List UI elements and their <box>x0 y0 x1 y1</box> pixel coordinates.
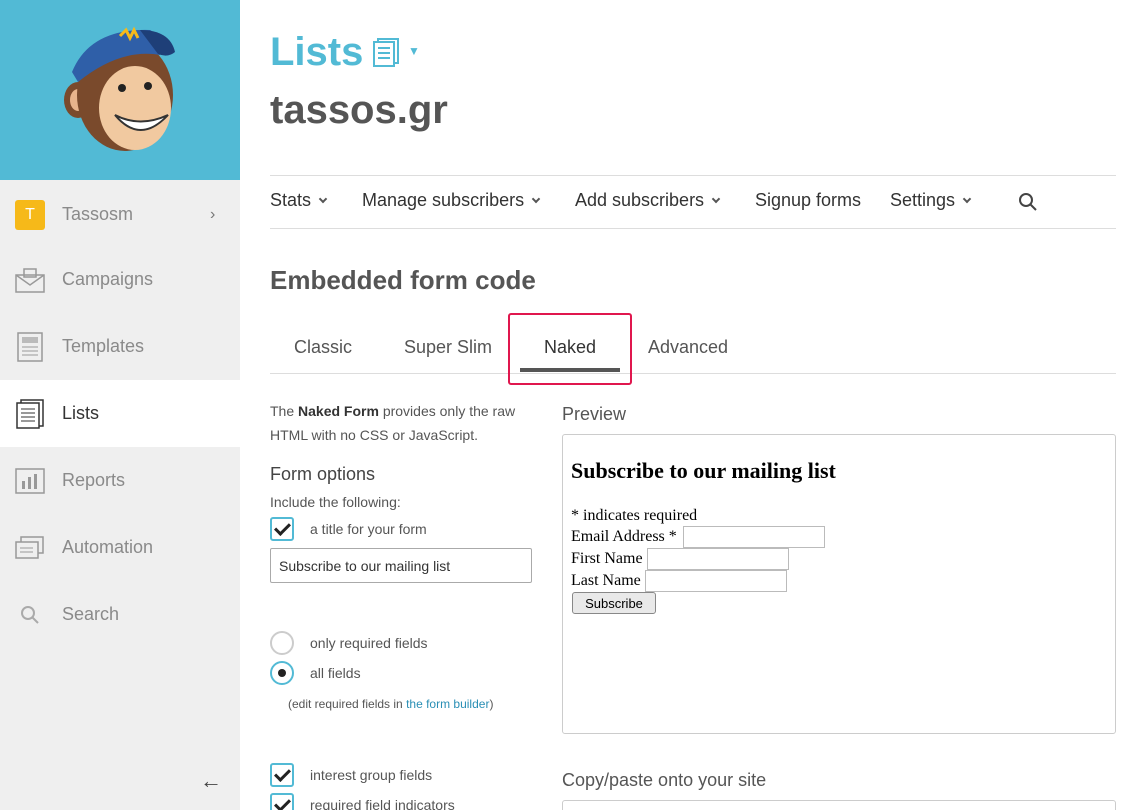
preview-first-name-input[interactable] <box>647 548 789 570</box>
account-name: Tassosm <box>62 204 134 224</box>
menu-settings-label: Settings <box>890 190 956 210</box>
chevron-down-icon[interactable]: ▼ <box>408 44 420 58</box>
interest-groups-label: interest group fields <box>310 767 433 783</box>
menu-manage-label: Manage subscribers <box>362 190 525 210</box>
preview-subscribe-button[interactable]: Subscribe <box>572 592 656 614</box>
form-title-input[interactable] <box>270 548 532 583</box>
highlight-annotation <box>508 313 632 385</box>
collapse-sidebar-icon[interactable]: ← <box>200 768 222 794</box>
menu-add-label: Add subscribers <box>575 190 705 210</box>
interest-groups-checkbox[interactable] <box>270 763 294 787</box>
tab-super-slim[interactable]: Super Slim <box>404 337 492 358</box>
required-indicators-checkbox[interactable] <box>270 793 294 810</box>
all-fields-label: all fields <box>310 665 361 681</box>
sidebar-item-label: Campaigns <box>62 269 154 289</box>
tab-advanced[interactable]: Advanced <box>648 337 728 358</box>
sidebar-item-search[interactable]: Search <box>0 581 240 648</box>
only-required-label: only required fields <box>310 635 428 651</box>
list-menu: Stats Manage subscribers Add subscribers… <box>270 176 1116 228</box>
preview-form-title: Subscribe to our mailing list <box>571 458 836 483</box>
sidebar-item-label: Reports <box>62 470 126 490</box>
page-title: Lists <box>270 30 364 74</box>
reports-icon <box>15 466 45 496</box>
edit-required-note: (edit required fields in the form builde… <box>288 697 493 711</box>
menu-divider-bottom <box>270 228 1116 229</box>
section-title: Embedded form code <box>270 265 536 295</box>
preview-email-label: Email Address * <box>571 528 677 545</box>
preview-label: Preview <box>562 404 627 424</box>
automation-icon <box>15 533 45 563</box>
menu-settings[interactable]: Settings <box>890 190 972 211</box>
chevron-right-icon: › <box>210 205 216 223</box>
title-checkbox-label: a title for your form <box>310 521 427 537</box>
sidebar-item-label: Templates <box>62 336 145 356</box>
search-icon <box>15 600 45 630</box>
sidebar-item-reports[interactable]: Reports <box>0 447 240 514</box>
chevron-down-icon <box>318 194 328 204</box>
title-checkbox[interactable] <box>270 517 294 541</box>
lists-icon <box>15 398 45 429</box>
embed-code-textarea[interactable] <box>562 800 1116 810</box>
chevron-down-icon <box>531 194 541 204</box>
copy-paste-label: Copy/paste onto your site <box>562 770 767 790</box>
chevron-down-icon <box>711 194 721 204</box>
sidebar: T Tassosm › Campaigns Templates Lists Re… <box>0 0 240 810</box>
form-builder-link[interactable]: the form builder <box>406 697 489 711</box>
preview-last-name-input[interactable] <box>645 570 787 592</box>
sidebar-item-automation[interactable]: Automation <box>0 514 240 581</box>
list-name: tassos.gr <box>270 88 448 132</box>
account-initial-badge: T <box>15 199 45 230</box>
desc-prefix: The <box>270 403 299 419</box>
templates-icon <box>15 331 45 362</box>
form-options-heading: Form options <box>270 464 376 484</box>
sidebar-item-templates[interactable]: Templates <box>0 313 240 380</box>
sidebar-item-label: Search <box>62 604 120 624</box>
lists-switcher-icon[interactable] <box>372 38 400 73</box>
menu-manage-subscribers[interactable]: Manage subscribers <box>362 190 541 211</box>
campaigns-icon <box>15 265 45 295</box>
preview-first-name-label: First Name <box>571 550 643 567</box>
sidebar-item-account[interactable]: T Tassosm › <box>0 181 240 248</box>
tab-classic[interactable]: Classic <box>294 337 352 358</box>
required-indicators-label: required field indicators <box>310 797 455 810</box>
preview-email-input[interactable] <box>683 526 825 548</box>
menu-signup-label: Signup forms <box>755 190 862 210</box>
sidebar-item-label: Automation <box>62 537 154 557</box>
desc-bold: Naked Form <box>298 403 379 419</box>
sidebar-item-lists[interactable]: Lists <box>0 380 240 447</box>
sidebar-item-campaigns[interactable]: Campaigns <box>0 246 240 313</box>
form-preview: Subscribe to our mailing list * indicate… <box>562 434 1116 734</box>
freddie-logo-icon <box>64 26 175 151</box>
menu-signup-forms[interactable]: Signup forms <box>755 190 861 211</box>
chevron-down-icon <box>962 194 972 204</box>
form-description: The Naked Form provides only the raw HTM… <box>270 399 545 447</box>
menu-stats[interactable]: Stats <box>270 190 328 211</box>
edit-note-prefix: (edit required fields in <box>288 697 407 711</box>
mailchimp-logo[interactable] <box>0 0 240 180</box>
menu-add-subscribers[interactable]: Add subscribers <box>575 190 721 211</box>
include-label: Include the following: <box>270 494 401 510</box>
only-required-radio[interactable] <box>270 631 294 655</box>
preview-last-name-label: Last Name <box>571 572 641 589</box>
sidebar-item-label: Lists <box>62 403 100 423</box>
account-avatar: T <box>15 199 45 230</box>
tabs-divider <box>270 373 1116 374</box>
edit-note-suffix: ) <box>489 697 494 711</box>
menu-search-icon[interactable] <box>1018 192 1038 217</box>
all-fields-radio[interactable] <box>270 661 294 685</box>
preview-required-note: * indicates required <box>571 507 698 524</box>
menu-stats-label: Stats <box>270 190 312 210</box>
